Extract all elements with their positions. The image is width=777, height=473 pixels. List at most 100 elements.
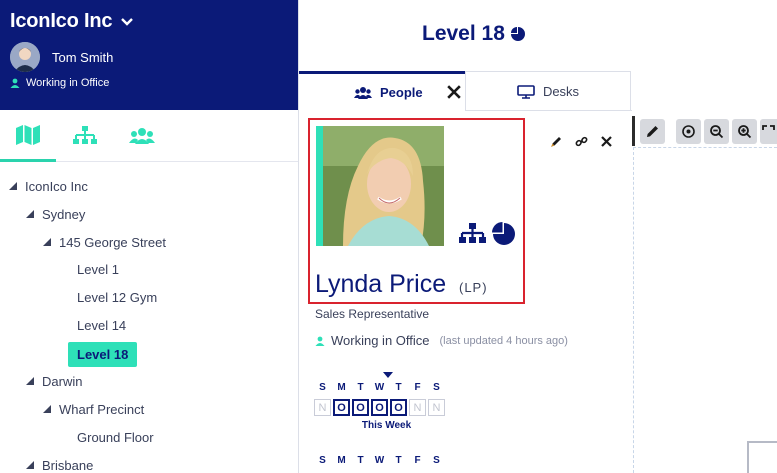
fullscreen-button[interactable] [760,119,777,144]
page-title: Level 18 [422,22,525,46]
tree-item-label: Darwin [42,373,83,389]
zoom-in-button[interactable] [732,119,757,144]
person-name: Lynda Price [315,270,447,298]
tree-item-label: Sydney [42,206,86,222]
org-chart-icon[interactable] [458,222,486,246]
person-icon [315,336,325,346]
tree-item-level-14[interactable]: Level 14 [77,311,126,339]
map-canvas[interactable] [633,147,777,473]
day-label: T [395,455,402,466]
day-label: M [337,455,346,466]
map-icon [16,124,40,145]
tree-item-label: 145 George Street [59,234,166,250]
day-label: T [395,382,402,393]
user-name: Tom Smith [52,49,114,65]
pencil-icon [647,126,658,137]
week-label: This Week [361,420,412,431]
day-cell[interactable]: N [409,399,426,416]
tree-item-sydney[interactable]: Sydney [26,200,85,228]
tree-item-level-18[interactable]: Level 18 [68,340,138,368]
tree-item-ground-floor[interactable]: Ground Floor [77,423,154,451]
week-calendar: S M T W T F S N O O O O N N This Week [314,382,459,431]
tree-item-label: Wharf Precinct [59,401,145,417]
user-status[interactable]: Working in Office [10,77,109,89]
day-cell[interactable]: O [390,399,407,416]
tree-item-org[interactable]: IconIco Inc [9,172,88,200]
tree-item-darwin[interactable]: Darwin [26,367,82,395]
people-group-icon [129,128,155,144]
map-edge [632,116,635,146]
tree-item-brisbane[interactable]: Brisbane [26,451,93,473]
chevron-down-icon [121,17,134,26]
pie-chart-icon[interactable] [492,222,516,246]
day-label: T [357,382,364,393]
user-row[interactable]: Tom Smith [10,42,113,72]
day-label: W [374,455,385,466]
week-presence-cells: N O O O O N N [314,399,459,416]
day-label: W [374,382,385,393]
day-label: S [319,455,326,466]
close-icon[interactable] [600,135,613,148]
person-presence: Working in Office (last updated 4 hours … [315,333,568,348]
caret-down-icon [26,210,34,218]
tab-desks-view[interactable]: Desks [465,71,631,111]
fullscreen-icon [762,125,775,130]
left-tab-bar [0,110,298,162]
day-cell[interactable]: N [314,399,331,416]
person-card[interactable]: Lynda Price (LP) [308,118,525,304]
link-icon[interactable] [575,135,588,148]
tree-item-label: Ground Floor [77,429,154,445]
tree-item-label: Level 18 [68,341,138,367]
person-initials: (LP) [459,280,488,295]
presence-status: Working in Office [331,333,430,348]
tab-map[interactable] [0,110,56,162]
account-header: IconIco Inc Tom Smith Working in Office [0,0,298,110]
caret-down-icon [43,405,51,413]
tree-item-level-12-gym[interactable]: Level 12 Gym [77,283,157,311]
tabs-underline [465,110,632,111]
tree-item-label: IconIco Inc [25,178,88,194]
edit-map-button[interactable] [640,119,665,144]
map-room-outline [747,441,777,473]
tree-item-level-1[interactable]: Level 1 [77,255,119,283]
close-icon[interactable] [445,85,463,99]
person-role: Sales Representative [315,307,430,321]
day-label: S [433,455,440,466]
org-switcher[interactable]: IconIco Inc [10,10,134,33]
user-status-text: Working in Office [26,77,110,89]
tree-item-wharf-precinct[interactable]: Wharf Precinct [43,395,144,423]
org-chart-icon [73,126,97,144]
day-label: S [433,382,440,393]
recenter-button[interactable] [676,119,701,144]
tab-people[interactable] [114,110,170,162]
day-cell[interactable]: O [371,399,388,416]
tab-org-chart[interactable] [57,110,113,162]
pie-chart-icon[interactable] [510,27,525,41]
tree-item-building[interactable]: 145 George Street [43,228,166,256]
monitor-icon [517,84,535,99]
presence-updated: (last updated 4 hours ago) [439,334,568,347]
status-accent-bar [316,126,323,246]
level-title-text: Level 18 [422,22,505,45]
caret-down-icon [43,238,51,246]
week-day-headers: S M T W T F S [314,382,459,393]
zoom-out-button[interactable] [704,119,729,144]
pencil-icon[interactable] [550,135,563,148]
next-week-calendar: S M T W T F S [314,455,445,466]
floor-map[interactable] [632,111,777,473]
avatar [10,42,40,72]
card-actions [550,135,613,148]
zoom-in-icon [738,125,752,139]
tree-item-label: Level 12 Gym [77,289,158,305]
tab-people-view[interactable]: People [299,71,465,111]
tab-desks-label: Desks [542,84,580,99]
day-cell[interactable]: O [352,399,369,416]
day-cell[interactable]: N [428,399,445,416]
today-marker [383,372,393,378]
day-cell[interactable]: O [333,399,350,416]
caret-down-icon [9,182,17,190]
caret-down-icon [26,461,34,469]
person-photo [323,126,444,246]
day-label: T [357,455,364,466]
day-label: S [319,382,326,393]
